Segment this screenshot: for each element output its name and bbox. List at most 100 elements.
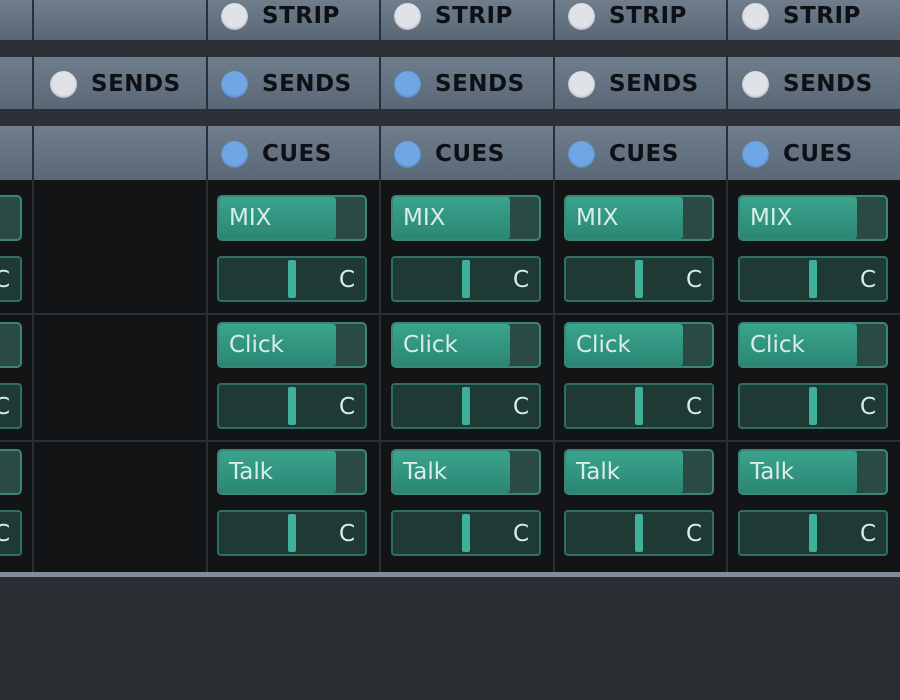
strip-label: STRIP bbox=[435, 3, 513, 29]
send-name: Talk bbox=[229, 459, 274, 485]
sends-label: SENDS bbox=[783, 71, 873, 97]
send-level-button[interactable]: Talk bbox=[738, 449, 888, 495]
pan-value: C bbox=[685, 267, 702, 293]
pan-slider-handle bbox=[462, 260, 470, 298]
send-pan-slider[interactable]: C bbox=[217, 510, 367, 556]
send-name: MIX bbox=[576, 205, 619, 231]
send-level-button-clipped[interactable] bbox=[0, 449, 22, 495]
pan-value: C bbox=[685, 394, 702, 420]
strip-toggle[interactable]: STRIP bbox=[394, 0, 513, 39]
send-level-button[interactable]: Click bbox=[391, 322, 541, 368]
send-level-button[interactable]: Talk bbox=[391, 449, 541, 495]
send-pan-slider[interactable]: C bbox=[738, 256, 888, 302]
send-level-button[interactable]: Talk bbox=[217, 449, 367, 495]
cues-toggle[interactable]: CUES bbox=[221, 131, 332, 177]
row-gap bbox=[0, 40, 900, 57]
lower-panel-area bbox=[0, 577, 900, 700]
radio-dot-icon bbox=[394, 2, 421, 30]
pan-slider-handle bbox=[288, 514, 296, 552]
send-level-button[interactable]: MIX bbox=[217, 195, 367, 241]
pan-slider-handle bbox=[809, 514, 817, 552]
radio-dot-icon bbox=[742, 70, 769, 98]
send-level-button-clipped[interactable] bbox=[0, 195, 22, 241]
pan-value: C bbox=[338, 521, 355, 547]
strip-label: STRIP bbox=[262, 3, 340, 29]
send-pan-slider[interactable]: C bbox=[738, 510, 888, 556]
pan-value: C bbox=[512, 394, 529, 420]
sends-toggle[interactable]: SENDS bbox=[221, 61, 352, 107]
cues-label: CUES bbox=[783, 141, 853, 167]
send-name: MIX bbox=[229, 205, 272, 231]
strip-toggle[interactable]: STRIP bbox=[742, 0, 861, 39]
radio-dot-icon bbox=[568, 140, 595, 168]
sends-label: SENDS bbox=[435, 71, 525, 97]
pan-value: C bbox=[512, 267, 529, 293]
send-pan-slider[interactable]: C bbox=[564, 256, 714, 302]
pan-slider-handle bbox=[288, 387, 296, 425]
sends-label: SENDS bbox=[262, 71, 352, 97]
radio-dot-icon bbox=[394, 140, 421, 168]
send-level-button[interactable]: MIX bbox=[391, 195, 541, 241]
cues-toggle[interactable]: CUES bbox=[568, 131, 679, 177]
send-name: Click bbox=[229, 332, 284, 358]
pan-value: C bbox=[338, 394, 355, 420]
radio-dot-icon bbox=[50, 70, 77, 98]
sends-label: SENDS bbox=[91, 71, 181, 97]
send-pan-clipped[interactable]: C bbox=[0, 510, 22, 556]
send-row-divider bbox=[0, 440, 900, 442]
send-level-button[interactable]: Talk bbox=[564, 449, 714, 495]
send-pan-slider[interactable]: C bbox=[391, 510, 541, 556]
pan-value: C bbox=[338, 267, 355, 293]
send-level-button-clipped[interactable] bbox=[0, 322, 22, 368]
send-level-button[interactable]: Click bbox=[217, 322, 367, 368]
send-pan-slider[interactable]: C bbox=[217, 256, 367, 302]
send-name: Talk bbox=[750, 459, 795, 485]
strip-label: STRIP bbox=[783, 3, 861, 29]
send-pan-slider[interactable]: C bbox=[564, 510, 714, 556]
radio-dot-icon bbox=[742, 2, 769, 30]
send-name: MIX bbox=[750, 205, 793, 231]
strip-toggle[interactable]: STRIP bbox=[221, 0, 340, 39]
pan-slider-handle bbox=[635, 260, 643, 298]
radio-dot-icon bbox=[221, 70, 248, 98]
cues-toggle[interactable]: CUES bbox=[742, 131, 853, 177]
send-pan-clipped[interactable]: C bbox=[0, 383, 22, 429]
pan-slider-handle bbox=[462, 387, 470, 425]
send-level-button[interactable]: Click bbox=[564, 322, 714, 368]
row-gap bbox=[0, 109, 900, 126]
sends-toggle[interactable]: SENDS bbox=[568, 61, 699, 107]
sends-toggle[interactable]: SENDS bbox=[742, 61, 873, 107]
send-level-button[interactable]: Click bbox=[738, 322, 888, 368]
send-pan-slider[interactable]: C bbox=[738, 383, 888, 429]
radio-dot-icon bbox=[221, 2, 248, 30]
send-name: Click bbox=[750, 332, 805, 358]
pan-value: C bbox=[512, 521, 529, 547]
send-pan-slider[interactable]: C bbox=[217, 383, 367, 429]
send-name: Click bbox=[576, 332, 631, 358]
pan-value: C bbox=[0, 521, 10, 547]
sends-toggle[interactable]: SENDS bbox=[50, 61, 181, 107]
send-pan-slider[interactable]: C bbox=[391, 383, 541, 429]
send-name: Talk bbox=[576, 459, 621, 485]
sends-toggle[interactable]: SENDS bbox=[394, 61, 525, 107]
send-name: Talk bbox=[403, 459, 448, 485]
strip-toggle[interactable]: STRIP bbox=[568, 0, 687, 39]
cues-label: CUES bbox=[435, 141, 505, 167]
send-pan-clipped[interactable]: C bbox=[0, 256, 22, 302]
pan-value: C bbox=[0, 394, 10, 420]
send-row-divider bbox=[0, 313, 900, 315]
radio-dot-icon bbox=[394, 70, 421, 98]
pan-value: C bbox=[685, 521, 702, 547]
send-level-button[interactable]: MIX bbox=[564, 195, 714, 241]
pan-slider-handle bbox=[635, 387, 643, 425]
pan-value: C bbox=[859, 521, 876, 547]
pan-value: C bbox=[859, 267, 876, 293]
radio-dot-icon bbox=[568, 70, 595, 98]
strip-label: STRIP bbox=[609, 3, 687, 29]
send-pan-slider[interactable]: C bbox=[564, 383, 714, 429]
send-level-button[interactable]: MIX bbox=[738, 195, 888, 241]
pan-value: C bbox=[0, 267, 10, 293]
pan-slider-handle bbox=[288, 260, 296, 298]
cues-toggle[interactable]: CUES bbox=[394, 131, 505, 177]
send-pan-slider[interactable]: C bbox=[391, 256, 541, 302]
